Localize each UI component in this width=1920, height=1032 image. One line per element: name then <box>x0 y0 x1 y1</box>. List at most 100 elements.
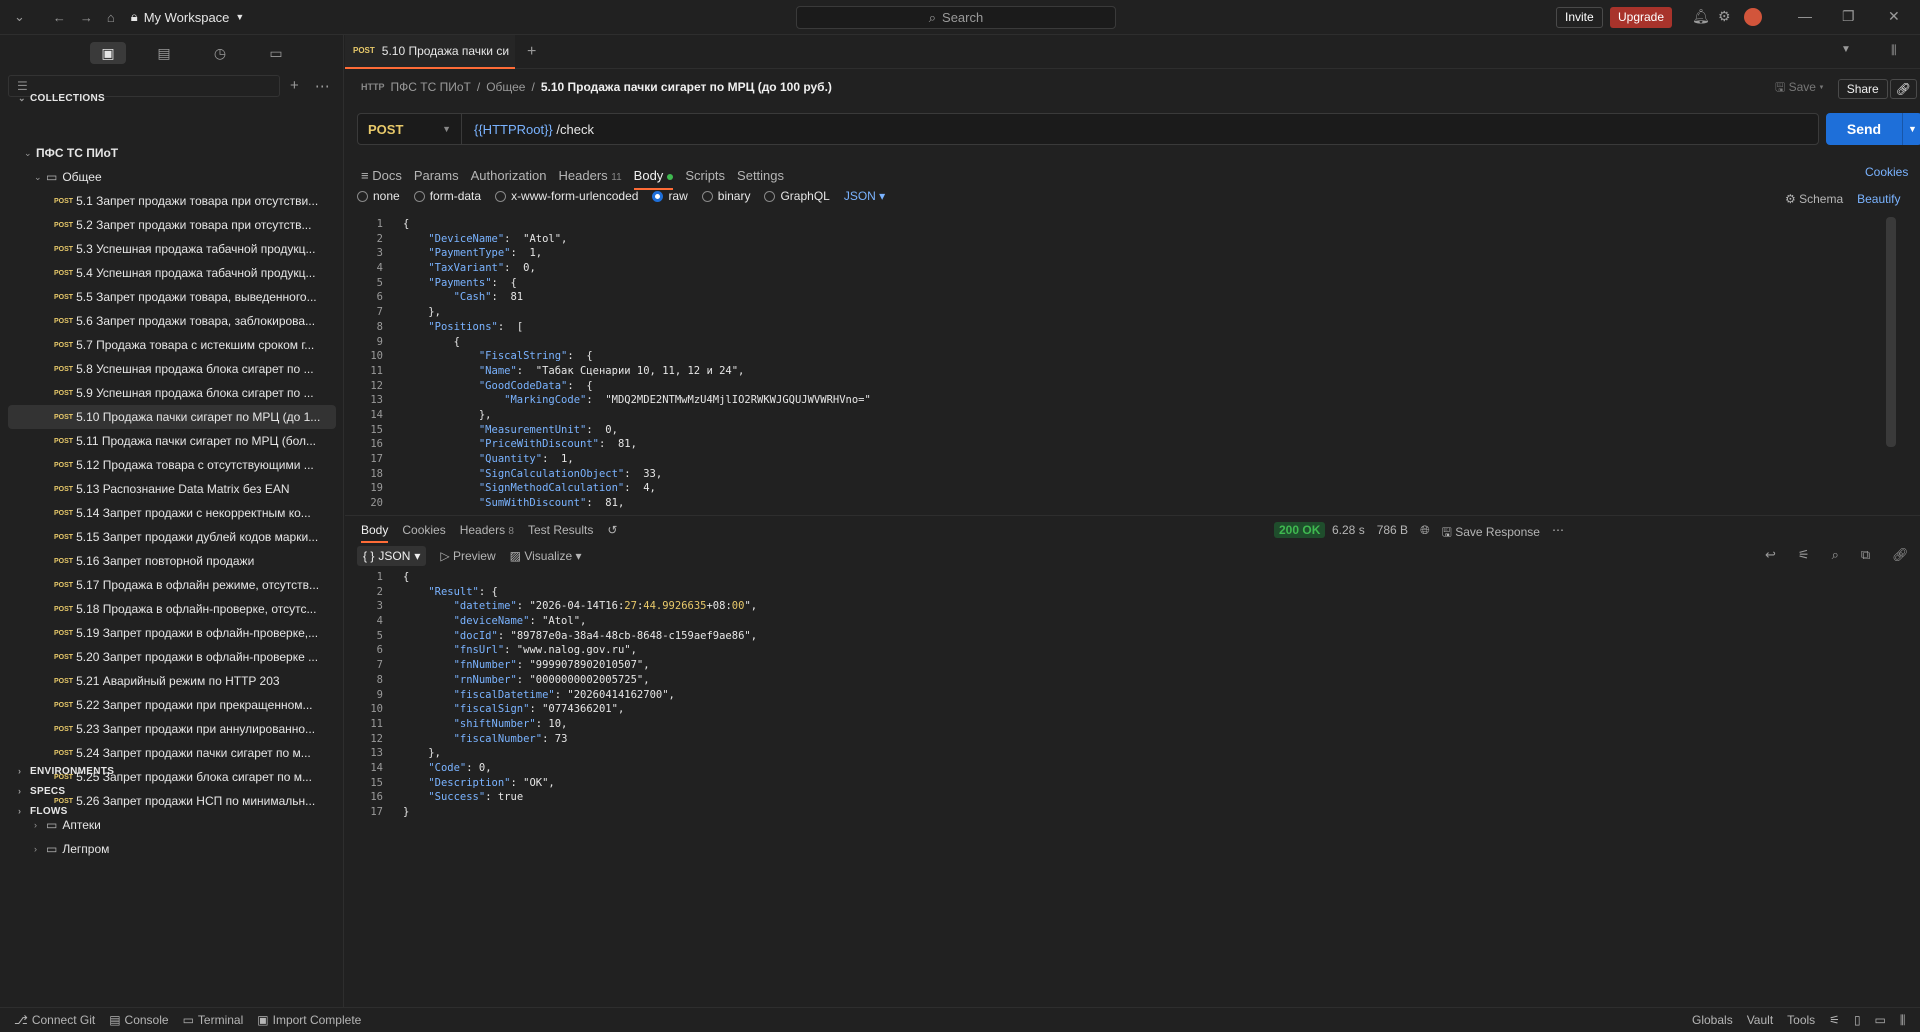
filter-icon[interactable]: ⚟ <box>1798 547 1810 563</box>
request-item[interactable]: POST 5.15 Запрет продажи дублей кодов мар… <box>0 525 344 549</box>
close-icon[interactable]: ✕ <box>1888 8 1900 25</box>
tools-button[interactable]: Tools <box>1787 1013 1815 1028</box>
resp-tab-headers[interactable]: Headers 8 <box>460 523 514 537</box>
mode-binary[interactable]: binary <box>701 189 750 203</box>
wrap-icon[interactable]: ↩ <box>1765 547 1776 563</box>
send-options-icon[interactable]: ▼ <box>1902 113 1920 145</box>
request-item[interactable]: POST 5.16 Запрет повторной продажи <box>0 549 344 573</box>
resp-tab-cookies[interactable]: Cookies <box>402 523 445 537</box>
tab-params[interactable]: Params <box>414 168 459 183</box>
request-item[interactable]: POST 5.21 Аварийный режим по HTTP 203 <box>0 669 344 693</box>
visualize-button[interactable]: ▨ Visualize ▾ <box>510 549 582 563</box>
request-item[interactable]: POST 5.24 Запрет продажи пачки сигарет по… <box>0 741 344 765</box>
back-arrow-icon[interactable]: ← <box>53 10 66 25</box>
global-search[interactable]: ⌕ Search <box>796 6 1116 29</box>
request-item[interactable]: POST 5.23 Запрет продажи при аннулированн… <box>0 717 344 741</box>
history-icon[interactable]: ↺ <box>607 523 617 537</box>
request-item[interactable]: POST 5.19 Запрет продажи в офлайн-проверк… <box>0 621 344 645</box>
tab-headers[interactable]: Headers 11 <box>559 168 622 183</box>
url-input[interactable]: {{HTTPRoot}} /check <box>462 122 594 137</box>
tab-request[interactable]: POST 5.10 Продажа пачки си <box>345 34 515 69</box>
preview-button[interactable]: ▷ Preview <box>440 549 495 563</box>
globals-button[interactable]: Globals <box>1692 1013 1733 1028</box>
new-tab-icon[interactable]: + <box>527 43 536 61</box>
request-item[interactable]: POST 5.8 Успешная продажа блока сигарет п… <box>0 357 344 381</box>
request-item[interactable]: POST 5.3 Успешная продажа табачной продук… <box>0 237 344 261</box>
more-icon[interactable]: ⋯ <box>1552 523 1564 544</box>
gear-icon[interactable]: ⚙ <box>1718 8 1731 25</box>
mode-raw[interactable]: raw <box>652 189 688 203</box>
search-icon[interactable]: ⌕ <box>1832 547 1839 563</box>
folder-legprom[interactable]: › ▭ Легпром <box>0 837 344 861</box>
link-icon[interactable]: 🔗︎ <box>1889 78 1917 99</box>
environments-icon[interactable]: ▤ <box>146 42 182 64</box>
connect-git-button[interactable]: ⎇ Connect Git <box>14 1013 95 1027</box>
editor-scrollbar[interactable] <box>1886 217 1896 447</box>
folder-icon[interactable]: ▭ <box>258 42 294 64</box>
console-button[interactable]: ▤ Console <box>109 1013 168 1027</box>
minimize-icon[interactable]: — <box>1798 8 1812 24</box>
request-item[interactable]: POST 5.5 Запрет продажи товара, выведенно… <box>0 285 344 309</box>
mode-urlencoded[interactable]: x-www-form-urlencoded <box>495 189 638 203</box>
link-icon[interactable]: 🔗︎ <box>1892 547 1909 563</box>
request-item[interactable]: POST 5.1 Запрет продажи товара при отсутс… <box>0 189 344 213</box>
terminal-button[interactable]: ▭ Terminal <box>183 1013 244 1027</box>
tab-authorization[interactable]: Authorization <box>471 168 547 183</box>
response-body-viewer[interactable]: 1{2 "Result": {3 "datetime": "2026-04-14… <box>357 570 1912 830</box>
invite-button[interactable]: Invite <box>1556 7 1603 28</box>
collection-root[interactable]: ⌄ ПФС ТС ПИоТ <box>0 141 344 165</box>
request-item[interactable]: POST 5.14 Запрет продажи с некорректным к… <box>0 501 344 525</box>
share-button[interactable]: Share <box>1837 78 1888 99</box>
flows-header[interactable]: › FLOWS <box>18 806 68 817</box>
tab-scripts[interactable]: Scripts <box>685 168 725 183</box>
panel-icon[interactable]: ▭ <box>1875 1013 1886 1028</box>
upgrade-button[interactable]: Upgrade <box>1610 7 1673 28</box>
schema-button[interactable]: ⚙ Schema <box>1785 192 1843 206</box>
mode-graphql[interactable]: GraphQL <box>764 189 830 203</box>
beautify-button[interactable]: Beautify <box>1857 192 1900 206</box>
request-item[interactable]: POST 5.2 Запрет продажи товара при отсутс… <box>0 213 344 237</box>
crumb-request[interactable]: 5.10 Продажа пачки сигарет по МРЦ (до 10… <box>541 80 832 94</box>
method-select[interactable]: POST ▼ <box>358 114 462 144</box>
forward-arrow-icon[interactable]: → <box>80 10 93 25</box>
request-item[interactable]: POST 5.10 Продажа пачки сигарет по МРЦ (д… <box>8 405 336 429</box>
request-item[interactable]: POST 5.7 Продажа товара с истекшим сроком… <box>0 333 344 357</box>
collections-icon[interactable]: ▣ <box>90 42 126 64</box>
request-item[interactable]: POST 5.4 Успешная продажа табачной продук… <box>0 261 344 285</box>
workspace-switcher[interactable]: 🔒︎ My Workspace ▼ <box>131 9 245 25</box>
request-body-editor[interactable]: 1{2 "DeviceName": "Atol", 3 "PaymentType"… <box>357 217 1912 512</box>
crumb-collection[interactable]: ПФС ТС ПИоТ <box>391 80 471 94</box>
mode-none[interactable]: none <box>357 189 400 203</box>
request-item[interactable]: POST 5.13 Распознание Data Matrix без EAN <box>0 477 344 501</box>
add-icon[interactable]: + <box>290 77 299 95</box>
save-response-button[interactable]: 🖫︎ Save Response <box>1442 523 1540 544</box>
home-icon[interactable]: ⌂ <box>107 10 115 25</box>
collections-header[interactable]: ⌄ COLLECTIONS <box>18 93 105 104</box>
request-item[interactable]: POST 5.9 Успешная продажа блока сигарет п… <box>0 381 344 405</box>
bell-icon[interactable]: 🔔︎ <box>1692 8 1710 25</box>
request-item[interactable]: POST 5.18 Продажа в офлайн-проверке, отсу… <box>0 597 344 621</box>
resp-tab-body[interactable]: Body <box>361 523 389 543</box>
send-button[interactable]: Send <box>1826 113 1902 145</box>
request-item[interactable]: POST 5.11 Продажа пачки сигарет по МРЦ (б… <box>0 429 344 453</box>
folder-general[interactable]: ⌄ ▭ Общее <box>0 165 344 189</box>
specs-header[interactable]: › SPECS <box>18 786 65 797</box>
layout-icon[interactable]: ▯ <box>1854 1013 1861 1028</box>
more-icon[interactable]: ⋯ <box>315 77 330 95</box>
tab-settings[interactable]: Settings <box>737 168 784 183</box>
resp-tab-tests[interactable]: Test Results <box>528 523 593 537</box>
request-item[interactable]: POST 5.12 Продажа товара с отсутствующими… <box>0 453 344 477</box>
mode-form-data[interactable]: form-data <box>413 189 481 203</box>
vault-button[interactable]: Vault <box>1747 1013 1773 1028</box>
history-icon[interactable]: ◷ <box>202 42 238 64</box>
layout-icon[interactable]: ⫼ <box>1891 43 1897 58</box>
crumb-folder[interactable]: Общее <box>486 80 525 94</box>
environments-header[interactable]: › ENVIRONMENTS <box>18 766 114 777</box>
tab-body[interactable]: Body <box>633 168 674 190</box>
cookies-link[interactable]: Cookies <box>1865 165 1908 179</box>
avatar[interactable] <box>1744 8 1762 26</box>
chevron-down-icon[interactable]: ⌄ <box>14 9 25 25</box>
restore-icon[interactable]: ❐ <box>1842 8 1855 25</box>
save-button[interactable]: 🖫︎ Save ▾ <box>1775 78 1824 99</box>
format-select[interactable]: { } JSON ▾ <box>357 546 427 566</box>
